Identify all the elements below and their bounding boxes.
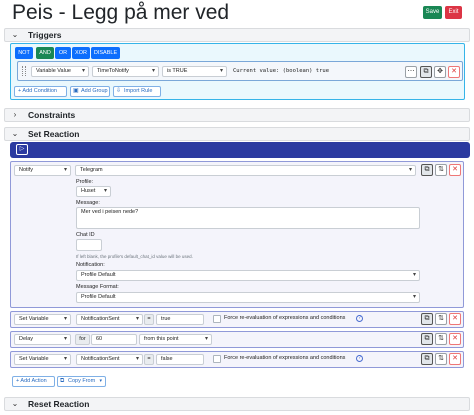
copy-from-button[interactable]: ⧉ Copy From ▾: [57, 376, 106, 387]
delay-mode-select[interactable]: from this point: [139, 334, 212, 345]
force-reevaluation-label-1: Force re-evaluation of expressions and c…: [224, 315, 346, 321]
chevron-down-icon: ⌄: [11, 399, 19, 408]
copy-icon[interactable]: ⧉: [421, 164, 433, 176]
or-toggle[interactable]: OR: [55, 47, 71, 59]
notification-select[interactable]: Profile Default: [76, 270, 420, 281]
notification-label: Notification:: [76, 262, 105, 268]
profile-select[interactable]: Huset: [76, 186, 111, 197]
import-rule-button[interactable]: ⇩ Import Rule: [113, 86, 161, 97]
condition-operator-select[interactable]: is TRUE: [162, 66, 227, 77]
import-icon: ⇩: [116, 88, 122, 94]
close-icon[interactable]: ✕: [448, 66, 460, 78]
constraints-header[interactable]: › Constraints: [4, 108, 470, 122]
set-variable-name-select-1[interactable]: NotificationSent: [76, 314, 143, 325]
chat-id-help: If left blank, the profile's default_cha…: [76, 254, 193, 259]
close-icon[interactable]: ✕: [449, 333, 461, 345]
triggers-header[interactable]: ⌄ Triggers: [4, 28, 470, 42]
notify-action-select[interactable]: Notify: [14, 165, 71, 176]
exit-button[interactable]: Exit: [445, 6, 462, 19]
condition-current-value: Current value: (boolean) true: [233, 68, 330, 74]
help-icon[interactable]: ?: [356, 355, 363, 362]
drag-handle-icon[interactable]: [22, 66, 26, 76]
import-rule-label: Import Rule: [124, 88, 153, 94]
add-group-label: Add Group: [81, 88, 108, 94]
set-variable-action-select-1[interactable]: Set Variable: [14, 314, 71, 325]
message-label: Message:: [76, 200, 100, 206]
reset-reaction-title: Reset Reaction: [28, 399, 90, 409]
profile-label: Profile:: [76, 179, 94, 185]
caret-down-icon: ▾: [99, 378, 102, 384]
copy-icon: ⧉: [60, 378, 65, 384]
help-icon[interactable]: ?: [356, 315, 363, 322]
set-variable-action-select-2[interactable]: Set Variable: [14, 354, 71, 365]
and-toggle[interactable]: AND: [36, 47, 54, 59]
add-group-icon: ▣: [73, 88, 79, 94]
more-icon[interactable]: ⋯: [405, 66, 417, 78]
reorder-icon[interactable]: ⇅: [435, 353, 447, 365]
reset-reaction-header[interactable]: ⌄ Reset Reaction: [4, 397, 470, 411]
not-toggle[interactable]: NOT: [15, 47, 33, 59]
copy-icon[interactable]: ⧉: [421, 333, 433, 345]
message-format-select[interactable]: Profile Default: [76, 292, 420, 303]
chevron-down-icon: ⌄: [11, 30, 19, 39]
add-action-button[interactable]: + Add Action: [12, 376, 55, 387]
condition-variable-select[interactable]: TimeToNotify: [92, 66, 159, 77]
add-group-button[interactable]: ▣ Add Group: [70, 86, 110, 97]
force-reevaluation-checkbox-1[interactable]: [213, 315, 221, 323]
delay-value-input[interactable]: 60: [91, 334, 137, 345]
reorder-icon[interactable]: ⇅: [435, 333, 447, 345]
set-variable-name-select-2[interactable]: NotificationSent: [76, 354, 143, 365]
force-reevaluation-label-2: Force re-evaluation of expressions and c…: [224, 355, 346, 361]
equals-addon-1: =: [144, 314, 154, 325]
chat-id-label: Chat ID: [76, 232, 95, 238]
set-reaction-title: Set Reaction: [28, 129, 80, 139]
copy-icon[interactable]: ⧉: [421, 313, 433, 325]
reaction-bar: [10, 142, 470, 158]
disable-toggle[interactable]: DISABLE: [91, 47, 120, 59]
force-reevaluation-checkbox-2[interactable]: [213, 355, 221, 363]
chevron-down-icon: ⌄: [11, 129, 19, 138]
set-variable-value-input-2[interactable]: false: [156, 354, 204, 365]
delay-for-addon: for: [75, 334, 90, 345]
copy-icon[interactable]: ⧉: [421, 353, 433, 365]
xor-toggle[interactable]: XOR: [72, 47, 90, 59]
copy-from-label: Copy From: [68, 378, 96, 384]
copy-icon[interactable]: ⧉: [420, 66, 432, 78]
reorder-icon[interactable]: ⇅: [435, 313, 447, 325]
set-reaction-header[interactable]: ⌄ Set Reaction: [4, 127, 470, 141]
chevron-right-icon: ›: [13, 110, 17, 119]
message-textarea[interactable]: Mer ved i peisen nede?: [76, 207, 420, 229]
close-icon[interactable]: ✕: [449, 164, 461, 176]
page-title: Peis - Legg på mer ved: [12, 1, 230, 24]
close-icon[interactable]: ✕: [449, 353, 461, 365]
equals-addon-2: =: [144, 354, 154, 365]
add-condition-button[interactable]: + Add Condition: [14, 86, 67, 97]
constraints-title: Constraints: [28, 110, 76, 120]
message-format-label: Message Format:: [76, 284, 119, 290]
delay-action-select[interactable]: Delay: [14, 334, 71, 345]
condition-type-select[interactable]: Variable Value: [31, 66, 89, 77]
set-variable-value-input-1[interactable]: true: [156, 314, 204, 325]
reorder-icon[interactable]: ⇅: [435, 164, 447, 176]
triggers-title: Triggers: [28, 30, 62, 40]
notify-target-select[interactable]: Telegram: [75, 165, 416, 176]
save-button[interactable]: Save: [423, 6, 442, 19]
close-icon[interactable]: ✕: [449, 313, 461, 325]
play-icon[interactable]: ▷: [16, 144, 28, 155]
chat-id-input[interactable]: [76, 239, 102, 251]
move-icon[interactable]: ✥: [434, 66, 446, 78]
